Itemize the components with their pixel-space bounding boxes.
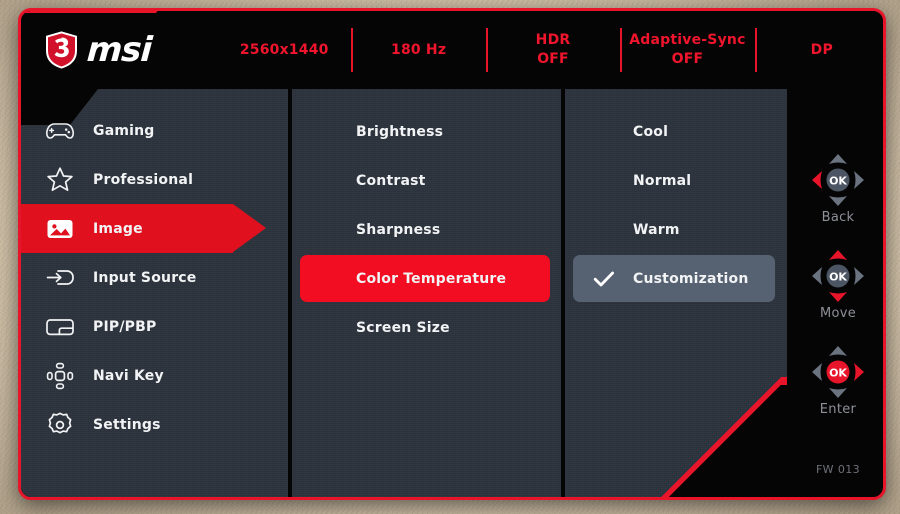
sidebar: Gaming Professional Image Input Source P…: [21, 89, 288, 497]
dpad-updown-icon: OK: [812, 250, 864, 302]
sidebar-item-navi-key[interactable]: Navi Key: [21, 351, 288, 400]
submenu-item-label: Color Temperature: [356, 270, 507, 287]
sidebar-panel: Gaming Professional Image Input Source P…: [21, 89, 288, 497]
option-item-customization[interactable]: Customization: [565, 254, 787, 303]
status-resolution: 2560x1440: [239, 41, 329, 58]
submenu-list: Brightness Contrast Sharpness Color Temp…: [292, 89, 561, 497]
sidebar-item-label: Image: [93, 220, 143, 237]
dpad-left-icon: OK: [812, 154, 864, 206]
navkey-caption: Enter: [819, 402, 857, 417]
submenu-item-brightness[interactable]: Brightness: [292, 107, 561, 156]
sidebar-item-input-source[interactable]: Input Source: [21, 253, 288, 302]
svg-text:OK: OK: [829, 367, 847, 380]
submenu-item-label: Contrast: [356, 172, 426, 189]
navkey-enter[interactable]: OK Enter: [787, 343, 883, 417]
status-hdr: HDR OFF: [486, 31, 620, 69]
sidebar-item-label: Settings: [93, 416, 161, 433]
option-item-warm[interactable]: Warm: [565, 205, 787, 254]
status-input-port: DP: [755, 41, 883, 60]
firmware-version: FW 013: [815, 463, 861, 476]
sidebar-item-image[interactable]: Image: [21, 204, 288, 253]
check-icon: [593, 271, 614, 286]
sidebar-item-label: Gaming: [93, 122, 155, 139]
options-panel: Cool Normal Warm Customization: [565, 89, 787, 497]
status-strip: 2560x1440 180 Hz HDR OFF Adaptive-Sync O…: [217, 11, 883, 89]
brand-logo: msi: [21, 30, 217, 70]
submenu-item-label: Screen Size: [356, 319, 450, 336]
option-item-label: Customization: [633, 270, 749, 287]
sidebar-item-label: Navi Key: [93, 367, 164, 384]
option-item-label: Normal: [633, 172, 692, 189]
dpad-right-icon: OK: [812, 346, 864, 398]
submenu-item-sharpness[interactable]: Sharpness: [292, 205, 561, 254]
osd-body: Gaming Professional Image Input Source P…: [21, 89, 883, 497]
submenu-item-screen-size[interactable]: Screen Size: [292, 303, 561, 352]
navkey-legend: OK Back OK Move OK Enter FW 013: [787, 89, 883, 497]
option-item-label: Cool: [633, 123, 669, 140]
osd-panel: msi 2560x1440 180 Hz HDR OFF Adaptive-Sy…: [18, 8, 886, 500]
submenu-item-label: Brightness: [356, 123, 444, 140]
sidebar-item-pip-pbp[interactable]: PIP/PBP: [21, 302, 288, 351]
option-item-normal[interactable]: Normal: [565, 156, 787, 205]
submenu-item-color-temperature[interactable]: Color Temperature: [292, 254, 561, 303]
msi-dragon-shield-icon: [46, 31, 77, 69]
sidebar-item-settings[interactable]: Settings: [21, 400, 288, 449]
status-refresh-rate: 180 Hz: [351, 41, 485, 60]
gear-icon: [39, 408, 81, 442]
input-arrow-icon: [39, 261, 81, 295]
star-icon: [39, 163, 81, 197]
sidebar-item-professional[interactable]: Professional: [21, 155, 288, 204]
osd-header: msi 2560x1440 180 Hz HDR OFF Adaptive-Sy…: [21, 11, 883, 89]
navkey-caption: Back: [821, 210, 855, 225]
svg-text:OK: OK: [829, 175, 847, 188]
status-adaptive-sync: Adaptive-Sync OFF: [620, 31, 754, 69]
navkey-move[interactable]: OK Move: [787, 247, 883, 321]
navkey-back[interactable]: OK Back: [787, 151, 883, 225]
svg-text:OK: OK: [829, 271, 847, 284]
gamepad-icon: [39, 114, 81, 148]
option-item-cool[interactable]: Cool: [565, 107, 787, 156]
sidebar-item-label: PIP/PBP: [93, 318, 157, 335]
submenu-panel: Brightness Contrast Sharpness Color Temp…: [292, 89, 561, 497]
panel-corner-notch: [657, 385, 787, 497]
sidebar-item-gaming[interactable]: Gaming: [21, 106, 288, 155]
submenu-item-contrast[interactable]: Contrast: [292, 156, 561, 205]
option-item-label: Warm: [633, 221, 680, 238]
pip-pbp-icon: [39, 310, 81, 344]
submenu-item-label: Sharpness: [356, 221, 441, 238]
navi-key-icon: [39, 359, 81, 393]
brand-wordmark: msi: [85, 30, 153, 70]
navkey-caption: Move: [819, 306, 857, 321]
sidebar-item-label: Professional: [93, 171, 194, 188]
sidebar-item-label: Input Source: [93, 269, 197, 286]
picture-icon: [39, 212, 81, 246]
